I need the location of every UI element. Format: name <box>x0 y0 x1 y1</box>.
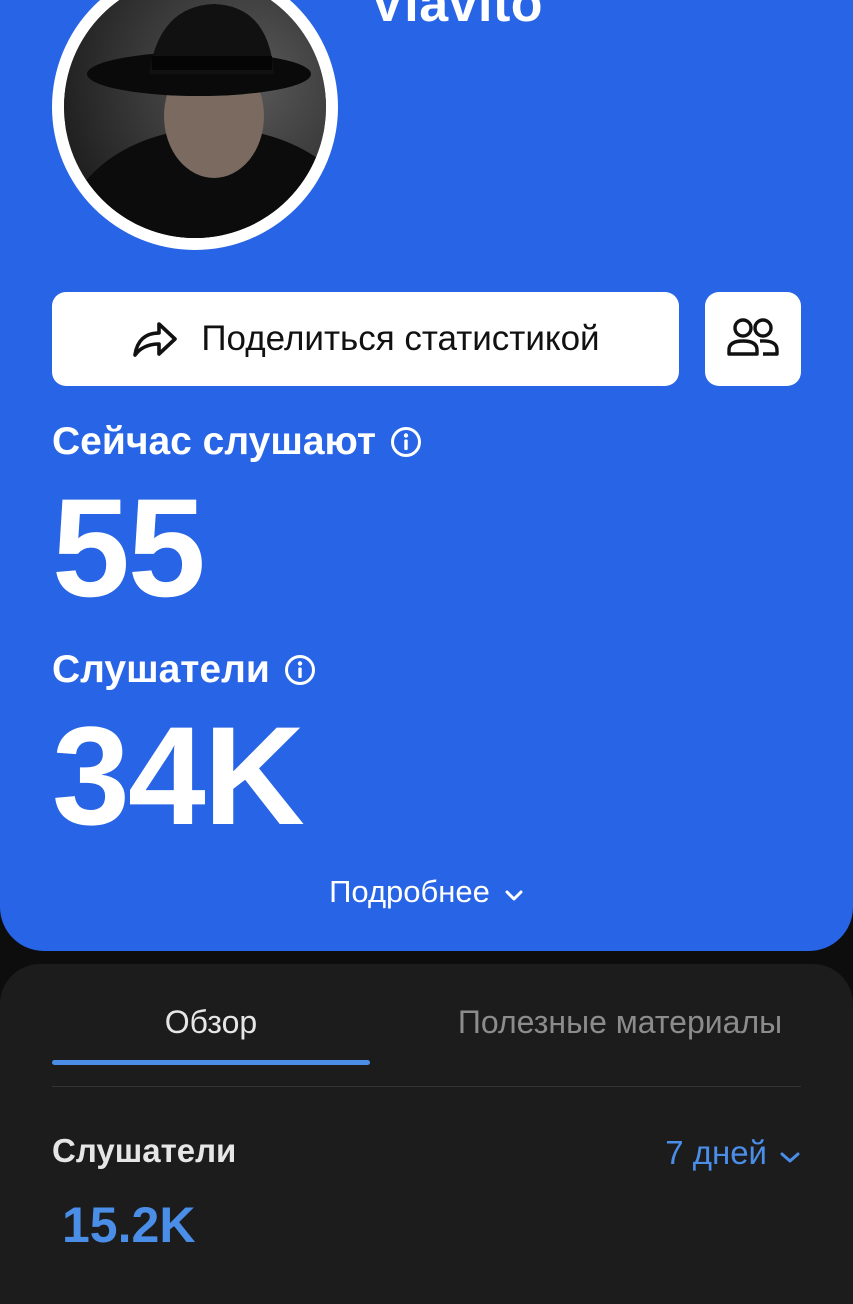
listeners-value: 34K <box>52 697 305 854</box>
more-details-label: Подробнее <box>329 874 490 909</box>
now-listening-label: Сейчас слушают <box>52 420 376 463</box>
share-icon <box>131 319 179 359</box>
info-icon[interactable] <box>284 654 316 686</box>
tab-materials[interactable]: Полезные материалы <box>420 1004 820 1041</box>
share-stats-button[interactable]: Поделиться статистикой <box>52 292 679 386</box>
overview-listeners-title: Слушатели <box>52 1132 237 1169</box>
period-dropdown[interactable]: 7 дней <box>665 1134 801 1172</box>
now-listening-value: 55 <box>52 469 206 626</box>
chevron-down-icon <box>779 1134 801 1172</box>
info-icon[interactable] <box>390 426 422 458</box>
share-stats-label: Поделиться статистикой <box>201 319 600 358</box>
listeners-title: Слушатели <box>52 648 316 692</box>
artist-name: Viavito <box>370 0 544 33</box>
active-tab-indicator <box>52 1060 370 1065</box>
people-icon <box>727 317 779 362</box>
overview-listeners-value: 15.2K <box>62 1197 196 1253</box>
divider <box>52 1086 801 1087</box>
audience-button[interactable] <box>705 292 801 386</box>
listeners-label: Слушатели <box>52 648 270 691</box>
more-details-link[interactable]: Подробнее <box>0 874 853 910</box>
chevron-down-icon <box>504 874 524 910</box>
avatar-photo <box>64 0 326 238</box>
period-label: 7 дней <box>665 1134 767 1171</box>
tab-overview[interactable]: Обзор <box>52 1004 370 1041</box>
now-listening-title: Сейчас слушают <box>52 420 422 464</box>
